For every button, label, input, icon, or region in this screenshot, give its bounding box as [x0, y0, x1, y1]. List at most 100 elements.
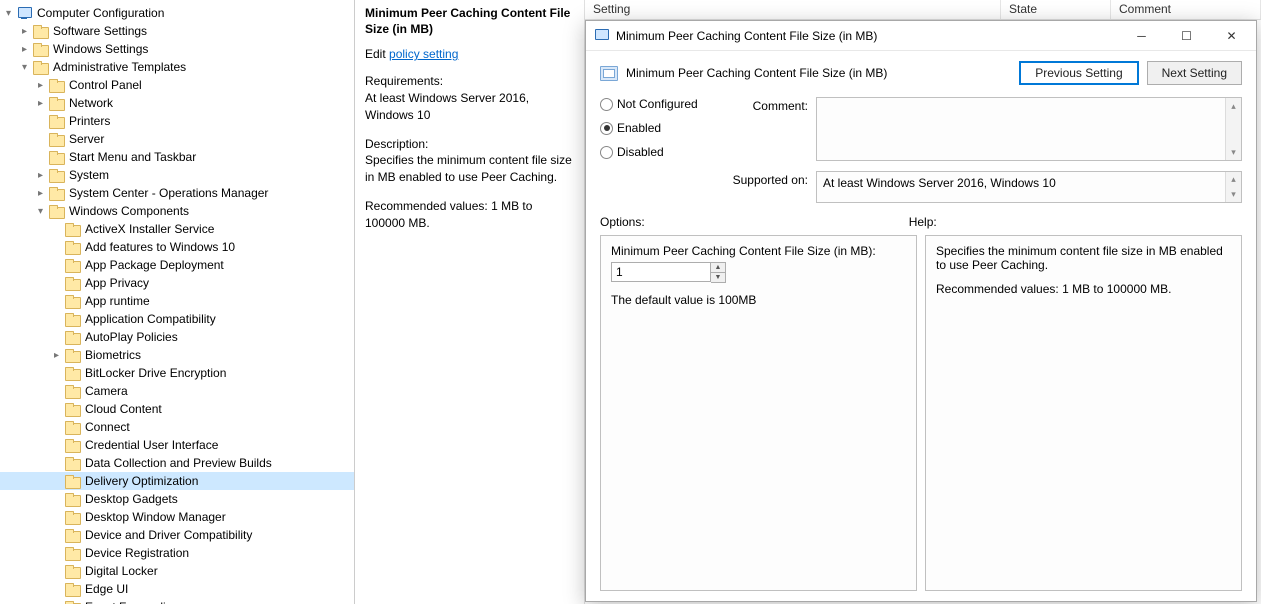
tree-label: App Package Deployment [85, 258, 224, 272]
chevron-down-icon[interactable]: ▾ [2, 7, 15, 20]
folder-icon [65, 223, 81, 236]
edit-policy-link[interactable]: policy setting [389, 47, 458, 61]
tree-label: Windows Components [69, 204, 189, 218]
tree-item-control-panel[interactable]: ▸ Control Panel [0, 76, 354, 94]
tree-label: Control Panel [69, 78, 142, 92]
tree-item[interactable]: ▸Connect [0, 418, 354, 436]
tree-item[interactable]: ▸App Privacy [0, 274, 354, 292]
previous-setting-button[interactable]: Previous Setting [1019, 61, 1138, 85]
tree-item[interactable]: ▸Device Registration [0, 544, 354, 562]
tree-label: Desktop Gadgets [85, 492, 178, 506]
tree-item-admin-templates[interactable]: ▾ Administrative Templates [0, 58, 354, 76]
tree-item[interactable]: ▸Cloud Content [0, 400, 354, 418]
description-body: Specifies the minimum content file size … [365, 152, 574, 186]
tree-item[interactable]: ▸Camera [0, 382, 354, 400]
tree-item[interactable]: ▸Biometrics [0, 346, 354, 364]
tree-item[interactable]: ▸ActiveX Installer Service [0, 220, 354, 238]
tree-item[interactable]: ▸Event Forwarding [0, 598, 354, 604]
option-hint: The default value is 100MB [611, 293, 906, 307]
scroll-up-icon[interactable]: ▴ [1226, 98, 1241, 114]
chevron-right-icon[interactable]: ▸ [18, 25, 31, 38]
tree-item-start-menu[interactable]: ▸Start Menu and Taskbar [0, 148, 354, 166]
chevron-right-icon[interactable]: ▸ [18, 43, 31, 56]
tree-item[interactable]: ▸Digital Locker [0, 562, 354, 580]
tree-item-system[interactable]: ▸System [0, 166, 354, 184]
radio-not-configured[interactable]: Not Configured [600, 97, 720, 111]
minimum-size-input[interactable] [611, 262, 711, 282]
scroll-down-icon[interactable]: ▾ [1226, 144, 1241, 160]
options-panel: Minimum Peer Caching Content File Size (… [600, 235, 917, 591]
tree-item-windows-components[interactable]: ▾ Windows Components [0, 202, 354, 220]
comment-textarea[interactable]: ▴▾ [816, 97, 1242, 161]
col-setting[interactable]: Setting [585, 0, 1001, 19]
chevron-right-icon[interactable]: ▸ [34, 187, 47, 200]
chevron-right-icon[interactable]: ▸ [34, 79, 47, 92]
spin-up-icon[interactable]: ▲ [711, 263, 725, 273]
tree-label: AutoPlay Policies [85, 330, 178, 344]
radio-enabled[interactable]: Enabled [600, 121, 720, 135]
tree-item[interactable]: ▸Credential User Interface [0, 436, 354, 454]
spin-down-icon[interactable]: ▼ [711, 273, 725, 283]
folder-icon [65, 565, 81, 578]
tree-label: Credential User Interface [85, 438, 218, 452]
computer-icon [17, 6, 33, 20]
chevron-right-icon[interactable]: ▸ [34, 97, 47, 110]
maximize-button[interactable]: ☐ [1164, 22, 1209, 50]
help-text-1: Specifies the minimum content file size … [936, 244, 1231, 272]
tree-item-printers[interactable]: ▸Printers [0, 112, 354, 130]
tree-label: Desktop Window Manager [85, 510, 226, 524]
edit-link-row: Edit policy setting [365, 47, 574, 61]
tree-label: Administrative Templates [53, 60, 186, 74]
tree-item[interactable]: ▸AutoPlay Policies [0, 328, 354, 346]
folder-icon [49, 115, 65, 128]
radio-icon [600, 122, 613, 135]
tree-item[interactable]: ▸App runtime [0, 292, 354, 310]
tree-item[interactable]: ▸Edge UI [0, 580, 354, 598]
col-state[interactable]: State [1001, 0, 1111, 19]
options-heading: Options: [600, 215, 645, 229]
next-setting-button[interactable]: Next Setting [1147, 61, 1242, 85]
tree-item-scom[interactable]: ▸System Center - Operations Manager [0, 184, 354, 202]
folder-icon [65, 313, 81, 326]
close-button[interactable]: ✕ [1209, 22, 1254, 50]
minimum-size-spinner[interactable]: ▲▼ [611, 262, 906, 283]
folder-icon [65, 475, 81, 488]
tree-label: Device and Driver Compatibility [85, 528, 252, 542]
tree-label: Device Registration [85, 546, 189, 560]
tree-item-windows-settings[interactable]: ▸Windows Settings [0, 40, 354, 58]
tree-item[interactable]: ▸Desktop Window Manager [0, 508, 354, 526]
chevron-down-icon[interactable]: ▾ [34, 205, 47, 218]
tree-item[interactable]: ▸Device and Driver Compatibility [0, 526, 354, 544]
tree-item[interactable]: ▸Delivery Optimization [0, 472, 354, 490]
tree-item[interactable]: ▸Desktop Gadgets [0, 490, 354, 508]
chevron-right-icon[interactable]: ▸ [34, 169, 47, 182]
tree-label: Delivery Optimization [85, 474, 198, 488]
scroll-up-icon[interactable]: ▴ [1226, 172, 1241, 187]
folder-icon [65, 331, 81, 344]
minimize-button[interactable]: ─ [1119, 22, 1164, 50]
tree-root[interactable]: ▾Computer Configuration [0, 4, 354, 22]
col-comment[interactable]: Comment [1111, 0, 1261, 19]
tree-item[interactable]: ▸Data Collection and Preview Builds [0, 454, 354, 472]
radio-disabled[interactable]: Disabled [600, 145, 720, 159]
chevron-down-icon[interactable]: ▾ [18, 61, 31, 74]
tree-label: Application Compatibility [85, 312, 216, 326]
tree-item-network[interactable]: ▸Network [0, 94, 354, 112]
tree-item-software-settings[interactable]: ▸Software Settings [0, 22, 354, 40]
tree-item[interactable]: ▸BitLocker Drive Encryption [0, 364, 354, 382]
tree-item-server[interactable]: ▸Server [0, 130, 354, 148]
tree-item[interactable]: ▸Application Compatibility [0, 310, 354, 328]
radio-icon [600, 98, 613, 111]
folder-icon [65, 529, 81, 542]
titlebar[interactable]: Minimum Peer Caching Content File Size (… [586, 21, 1256, 51]
chevron-right-icon[interactable]: ▸ [50, 349, 63, 362]
scrollbar[interactable]: ▴▾ [1225, 98, 1241, 160]
tree-item[interactable]: ▸App Package Deployment [0, 256, 354, 274]
tree-label: Connect [85, 420, 130, 434]
edit-prefix: Edit [365, 47, 389, 61]
folder-icon [65, 511, 81, 524]
tree-label: Digital Locker [85, 564, 158, 578]
scroll-down-icon[interactable]: ▾ [1226, 187, 1241, 202]
scrollbar[interactable]: ▴▾ [1225, 172, 1241, 202]
tree-item[interactable]: ▸Add features to Windows 10 [0, 238, 354, 256]
